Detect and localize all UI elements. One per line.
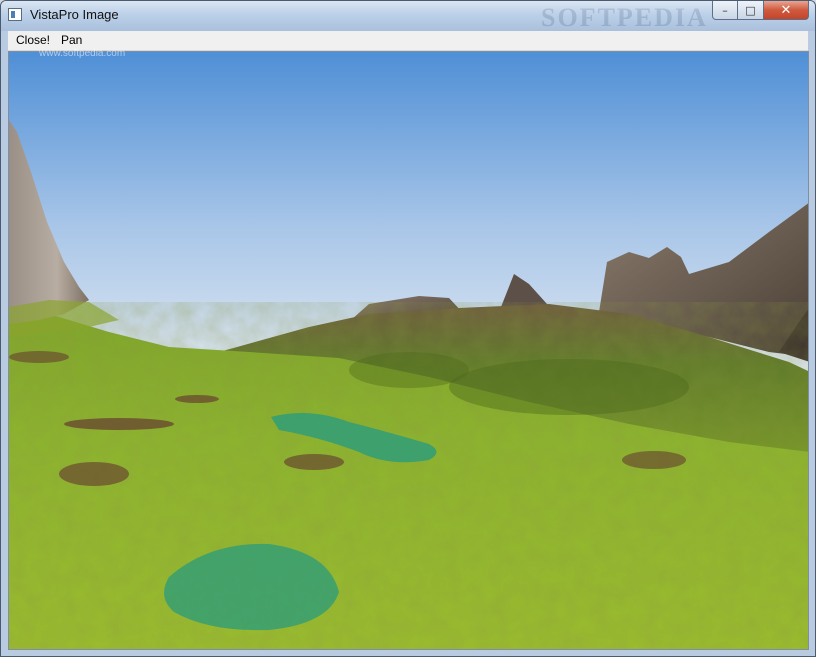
title-bar[interactable]: VistaPro Image SOFTPEDIA – □ ✕ — [1, 1, 815, 32]
close-icon: ✕ — [780, 2, 792, 18]
caption-buttons: – □ ✕ — [712, 1, 809, 21]
close-window-button[interactable]: ✕ — [764, 1, 809, 20]
app-icon[interactable] — [8, 8, 22, 21]
minimize-button[interactable]: – — [712, 1, 738, 20]
window-title: VistaPro Image — [30, 7, 119, 22]
maximize-button[interactable]: □ — [738, 1, 764, 20]
dirt-patch — [175, 395, 219, 403]
app-window: VistaPro Image SOFTPEDIA – □ ✕ Close! Pa… — [0, 0, 816, 657]
landscape-render — [9, 52, 808, 649]
menu-item-close[interactable]: Close! — [14, 33, 52, 47]
dirt-patch — [284, 454, 344, 470]
maximize-icon: □ — [745, 3, 756, 17]
menu-bar: Close! Pan — [8, 31, 808, 51]
hill-shadow — [449, 359, 689, 415]
hill-shadow — [349, 352, 469, 388]
dirt-patch — [59, 462, 129, 486]
dirt-patch — [9, 351, 69, 363]
menu-item-pan[interactable]: Pan — [59, 33, 84, 47]
minimize-icon: – — [722, 3, 728, 17]
rendered-landscape-viewport[interactable] — [8, 51, 809, 650]
dirt-patch — [64, 418, 174, 430]
softpedia-watermark: SOFTPEDIA — [541, 3, 708, 32]
softpedia-url-watermark: www.softpedia.com — [39, 48, 126, 59]
dirt-patch — [622, 451, 686, 469]
